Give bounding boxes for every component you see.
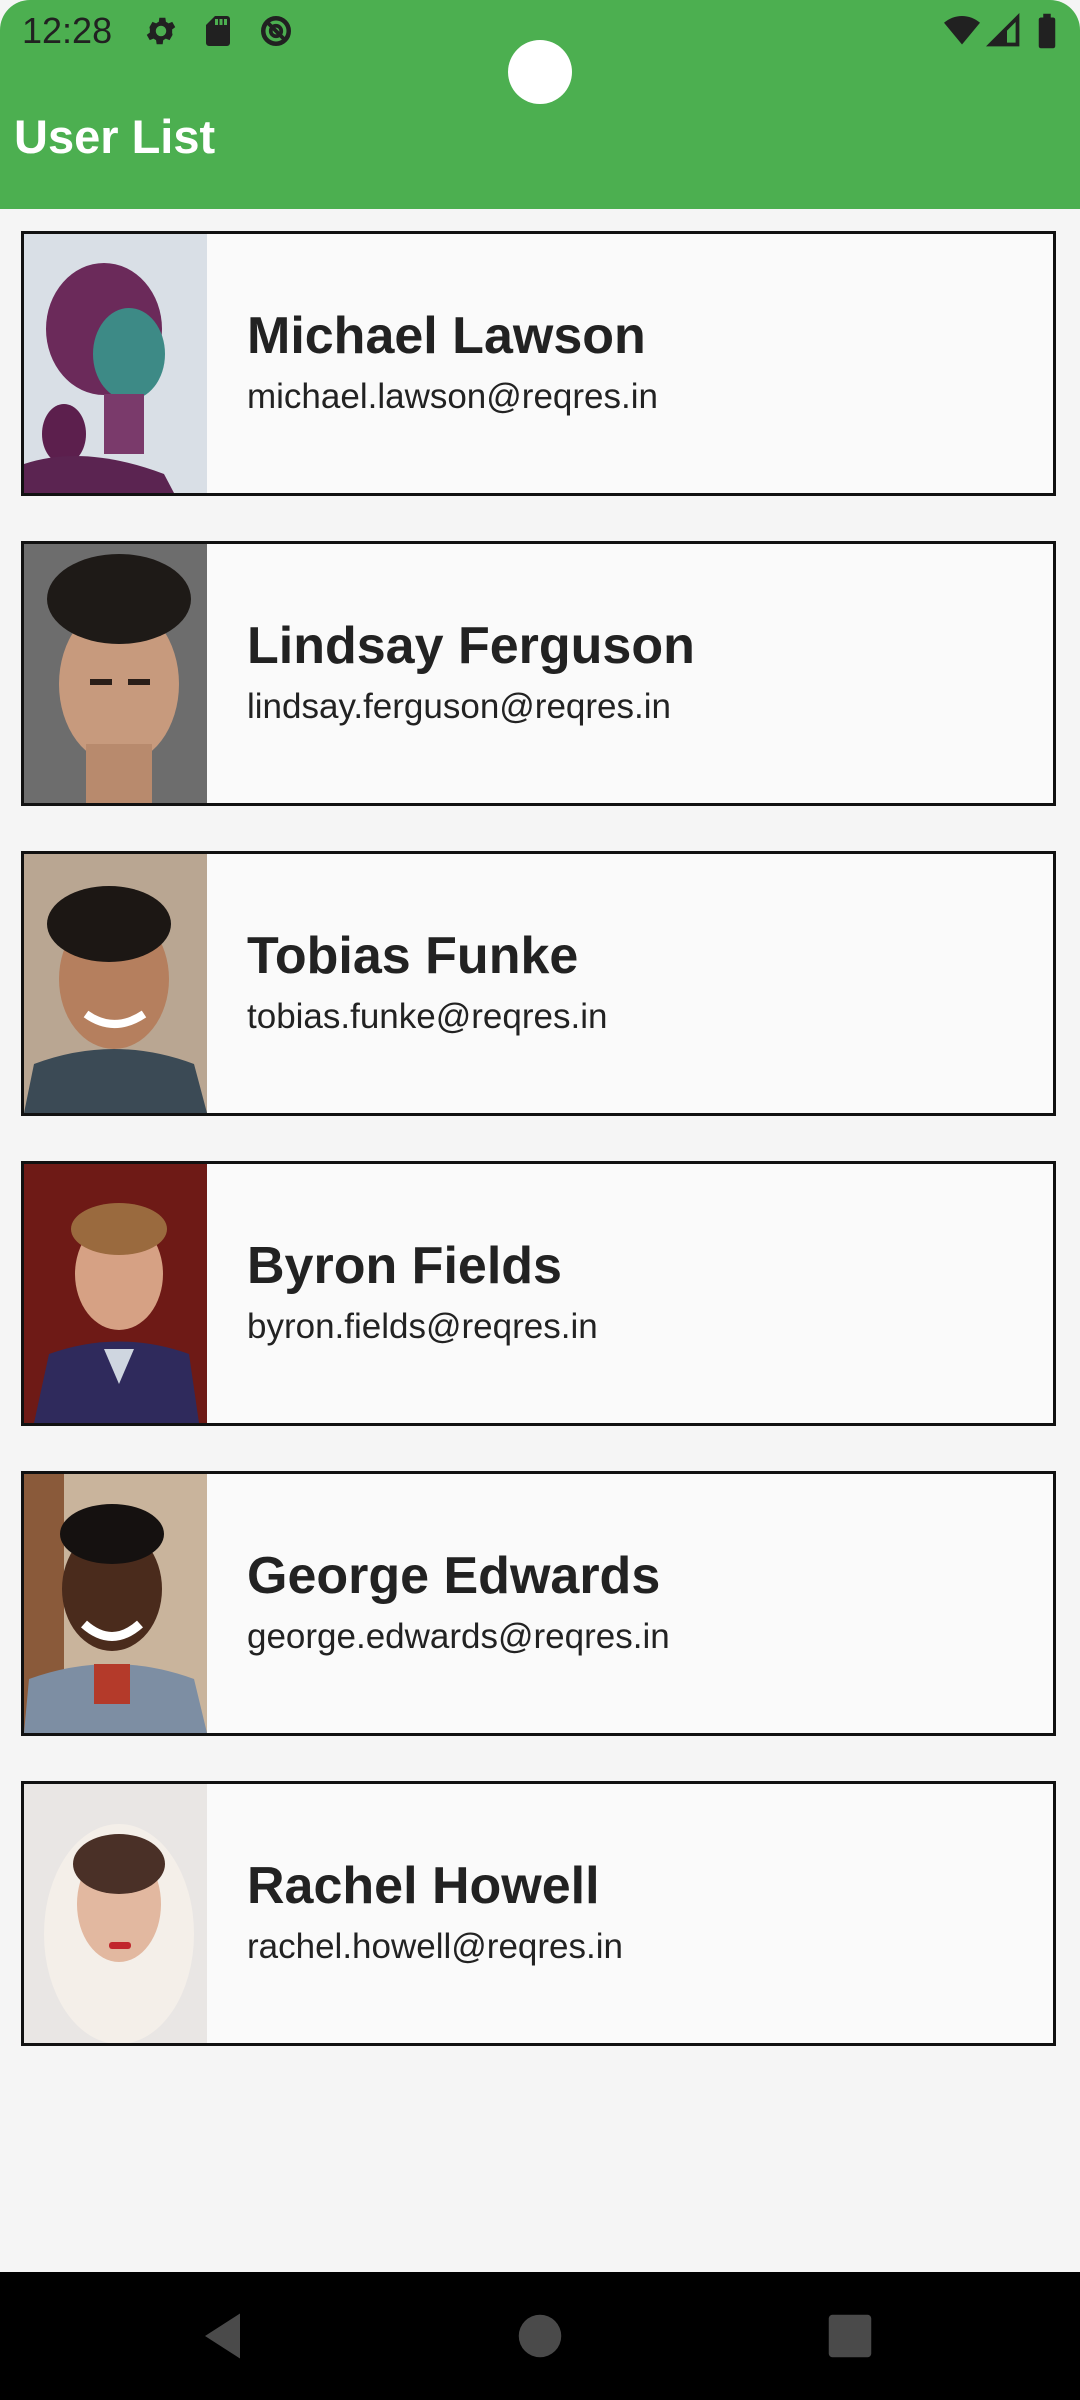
user-card[interactable]: Lindsay Ferguson lindsay.ferguson@reqres… [21, 541, 1056, 806]
user-email: rachel.howell@reqres.in [247, 1927, 623, 1966]
status-time: 12:28 [22, 10, 113, 51]
avatar [24, 234, 207, 493]
avatar [24, 1784, 207, 2043]
sd-card-icon [206, 16, 230, 46]
avatar [24, 544, 207, 803]
user-card[interactable]: Michael Lawson michael.lawson@reqres.in [21, 231, 1056, 496]
user-email: tobias.funke@reqres.in [247, 997, 608, 1036]
user-name: George Edwards [247, 1547, 661, 1605]
recents-icon[interactable] [820, 2306, 880, 2366]
user-card[interactable]: Tobias Funke tobias.funke@reqres.in [21, 851, 1056, 1116]
user-email: michael.lawson@reqres.in [247, 377, 658, 416]
avatar [24, 1164, 207, 1423]
camera-cutout [508, 40, 572, 104]
user-name: Byron Fields [247, 1237, 562, 1295]
page-title: User List [14, 110, 216, 163]
user-name: Michael Lawson [247, 307, 646, 365]
settings-icon [146, 17, 176, 45]
user-name: Lindsay Ferguson [247, 617, 695, 675]
user-card[interactable]: George Edwards george.edwards@reqres.in [21, 1471, 1056, 1736]
navigation-bar [0, 2272, 1080, 2400]
wifi-icon [944, 16, 980, 45]
app-bar: 12:28 User List [0, 0, 1080, 209]
avatar [24, 854, 207, 1113]
user-email: lindsay.ferguson@reqres.in [247, 687, 671, 726]
user-card[interactable]: Rachel Howell rachel.howell@reqres.in [21, 1781, 1056, 2046]
user-email: byron.fields@reqres.in [247, 1307, 598, 1346]
battery-icon [1038, 13, 1056, 49]
data-saver-icon [261, 16, 291, 46]
user-name: Tobias Funke [247, 927, 579, 985]
avatar [24, 1474, 207, 1733]
user-card[interactable]: Byron Fields byron.fields@reqres.in [21, 1161, 1056, 1426]
user-name: Rachel Howell [247, 1857, 600, 1915]
user-email: george.edwards@reqres.in [247, 1617, 670, 1656]
back-icon[interactable] [195, 2306, 255, 2366]
signal-icon [986, 13, 1020, 47]
home-icon[interactable] [510, 2306, 570, 2366]
